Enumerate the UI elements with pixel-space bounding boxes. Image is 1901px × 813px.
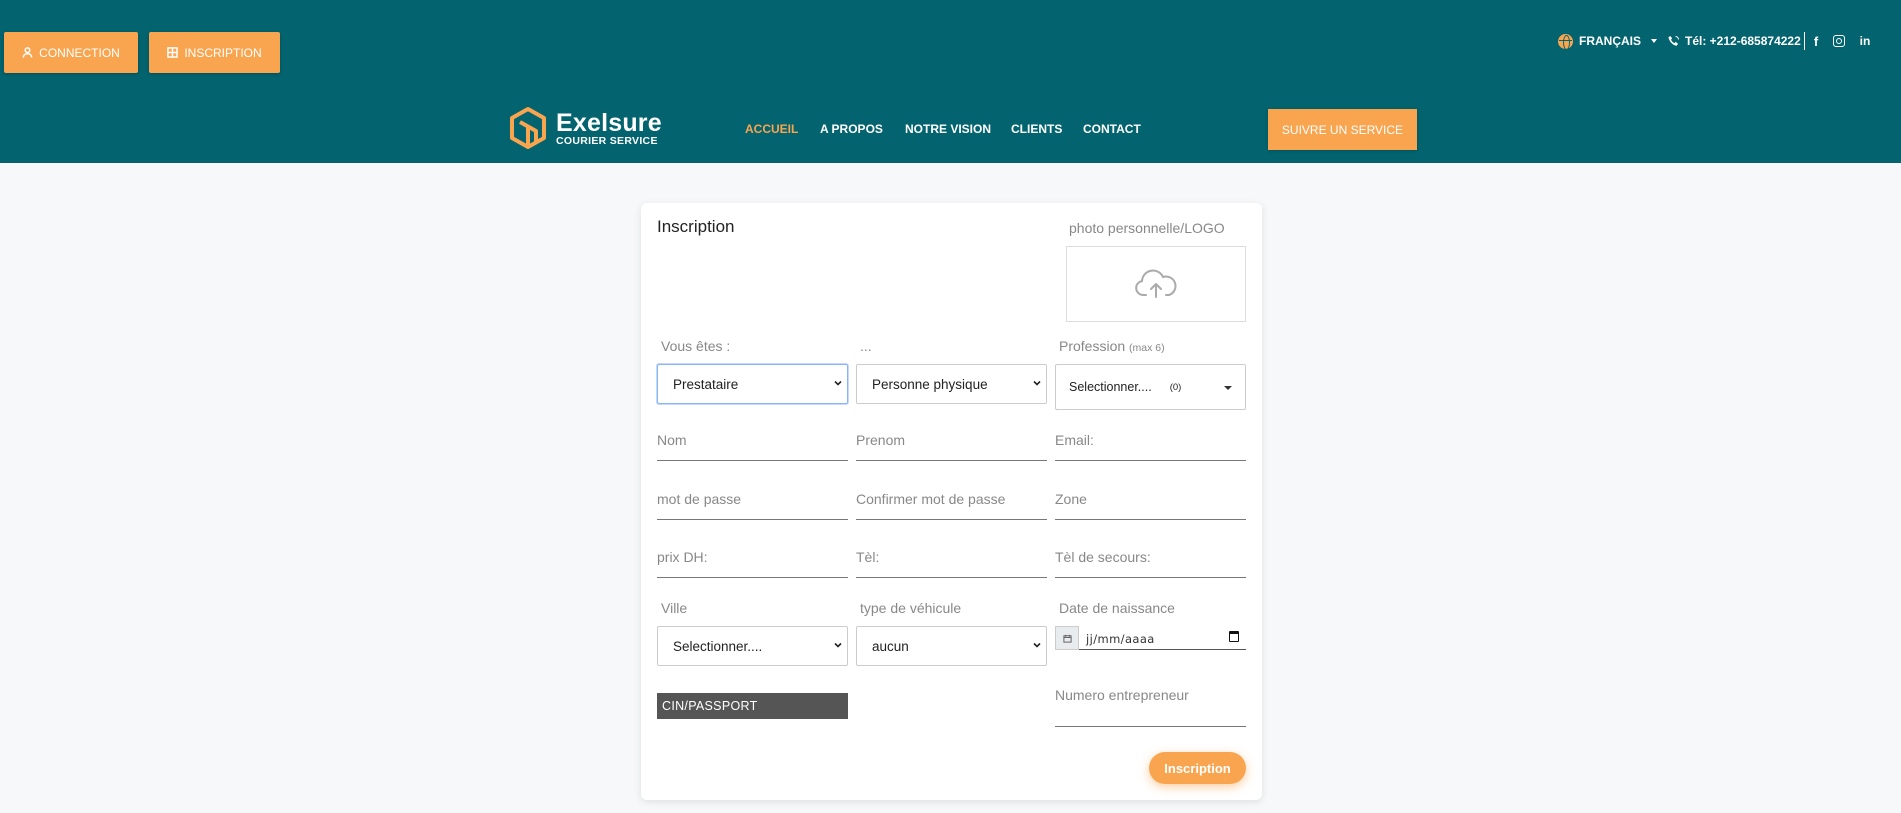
nom-input[interactable]: Nom	[657, 429, 848, 461]
chevron-down-icon	[834, 380, 842, 386]
entrepreneur-number-input[interactable]: Numero entrepreneur	[1055, 684, 1246, 727]
header-divider	[1804, 32, 1805, 50]
nav-a-propos[interactable]: A PROPOS	[820, 122, 883, 138]
phone-info: Tél: +212-685874222	[1668, 31, 1801, 51]
photo-label: photo personnelle/LOGO	[1069, 220, 1225, 236]
emergency-tel-input[interactable]: Tèl de secours:	[1055, 546, 1246, 578]
prenom-input[interactable]: Prenom	[856, 429, 1047, 461]
nav-contact[interactable]: CONTACT	[1083, 122, 1141, 138]
registration-card: Inscription photo personnelle/LOGO Vous …	[641, 203, 1262, 800]
cloud-upload-icon	[1135, 269, 1177, 298]
vehicle-value: aucun	[872, 638, 909, 654]
profession-value: Selectionner....	[1069, 380, 1152, 394]
profession-label-text: Profession	[1059, 338, 1126, 354]
city-value: Selectionner....	[673, 638, 763, 654]
photo-upload[interactable]	[1066, 246, 1246, 322]
chevron-down-icon	[1033, 380, 1041, 386]
vehicle-label: type de véhicule	[860, 600, 962, 616]
user-type-value: Prestataire	[673, 376, 739, 392]
language-label: FRANÇAIS	[1579, 34, 1641, 48]
globe-icon	[1558, 33, 1573, 50]
date-picker-icon[interactable]	[1229, 631, 1239, 642]
password-input[interactable]: mot de passe	[657, 488, 848, 520]
brand-tagline: COURIER SERVICE	[556, 134, 658, 147]
profession-multiselect[interactable]: Selectionner.... (0)	[1055, 364, 1246, 410]
tel-input[interactable]: Tèl:	[856, 546, 1047, 578]
birthdate-placeholder: jj/mm/aaaa	[1086, 632, 1155, 646]
cin-passport-upload[interactable]: CIN/PASSPORT	[657, 693, 848, 719]
user-type-label: Vous êtes :	[661, 338, 731, 354]
connection-button[interactable]: CONNECTION	[4, 32, 138, 73]
zone-input[interactable]: Zone	[1055, 488, 1246, 520]
nav-clients[interactable]: CLIENTS	[1011, 122, 1062, 138]
birthdate-label: Date de naissance	[1059, 600, 1175, 616]
submit-inscription-button[interactable]: Inscription	[1149, 752, 1246, 784]
facebook-icon[interactable]: f	[1806, 31, 1826, 51]
inscription-button[interactable]: INSCRIPTION	[149, 32, 280, 73]
profession-label: Profession (max 6)	[1059, 338, 1165, 354]
inscription-label: INSCRIPTION	[184, 45, 262, 60]
nav-notre-vision[interactable]: NOTRE VISION	[905, 122, 991, 138]
brand-name: Exelsure	[556, 108, 662, 137]
track-service-button[interactable]: SUIVRE UN SERVICE	[1268, 109, 1417, 150]
phone-icon	[1668, 36, 1679, 46]
person-type-label: ...	[860, 338, 872, 354]
brand-logo[interactable]: Exelsure COURIER SERVICE	[508, 106, 662, 150]
vehicle-select[interactable]: aucun	[856, 626, 1047, 666]
confirm-password-input[interactable]: Confirmer mot de passe	[856, 488, 1047, 520]
chevron-down-icon	[1033, 642, 1041, 648]
connection-label: CONNECTION	[39, 45, 120, 60]
profession-count: (0)	[1169, 381, 1182, 393]
user-type-select[interactable]: Prestataire	[657, 364, 848, 404]
caret-down-icon	[1224, 386, 1232, 390]
city-select[interactable]: Selectionner....	[657, 626, 848, 666]
profession-hint: (max 6)	[1129, 342, 1165, 354]
calendar-icon	[1055, 626, 1079, 650]
nav-accueil[interactable]: ACCUEIL	[745, 122, 798, 138]
header: CONNECTION INSCRIPTION FRANÇAIS Tél: +21…	[0, 0, 1901, 163]
birthdate-input[interactable]: jj/mm/aaaa	[1055, 626, 1246, 650]
phone-number: Tél: +212-685874222	[1685, 34, 1801, 48]
person-type-select[interactable]: Personne physique	[856, 364, 1047, 404]
form-title: Inscription	[657, 217, 735, 236]
chevron-down-icon	[834, 642, 842, 648]
person-type-value: Personne physique	[872, 376, 988, 392]
language-selector[interactable]: FRANÇAIS	[1558, 31, 1657, 51]
city-label: Ville	[661, 600, 688, 616]
price-input[interactable]: prix DH:	[657, 546, 848, 578]
instagram-icon[interactable]	[1829, 31, 1849, 51]
register-icon	[167, 47, 179, 58]
cube-logo-icon	[510, 107, 546, 149]
email-input[interactable]: Email:	[1055, 429, 1246, 461]
caret-down-icon	[1651, 39, 1657, 43]
user-icon	[22, 47, 33, 58]
linkedin-icon[interactable]: in	[1855, 31, 1875, 51]
